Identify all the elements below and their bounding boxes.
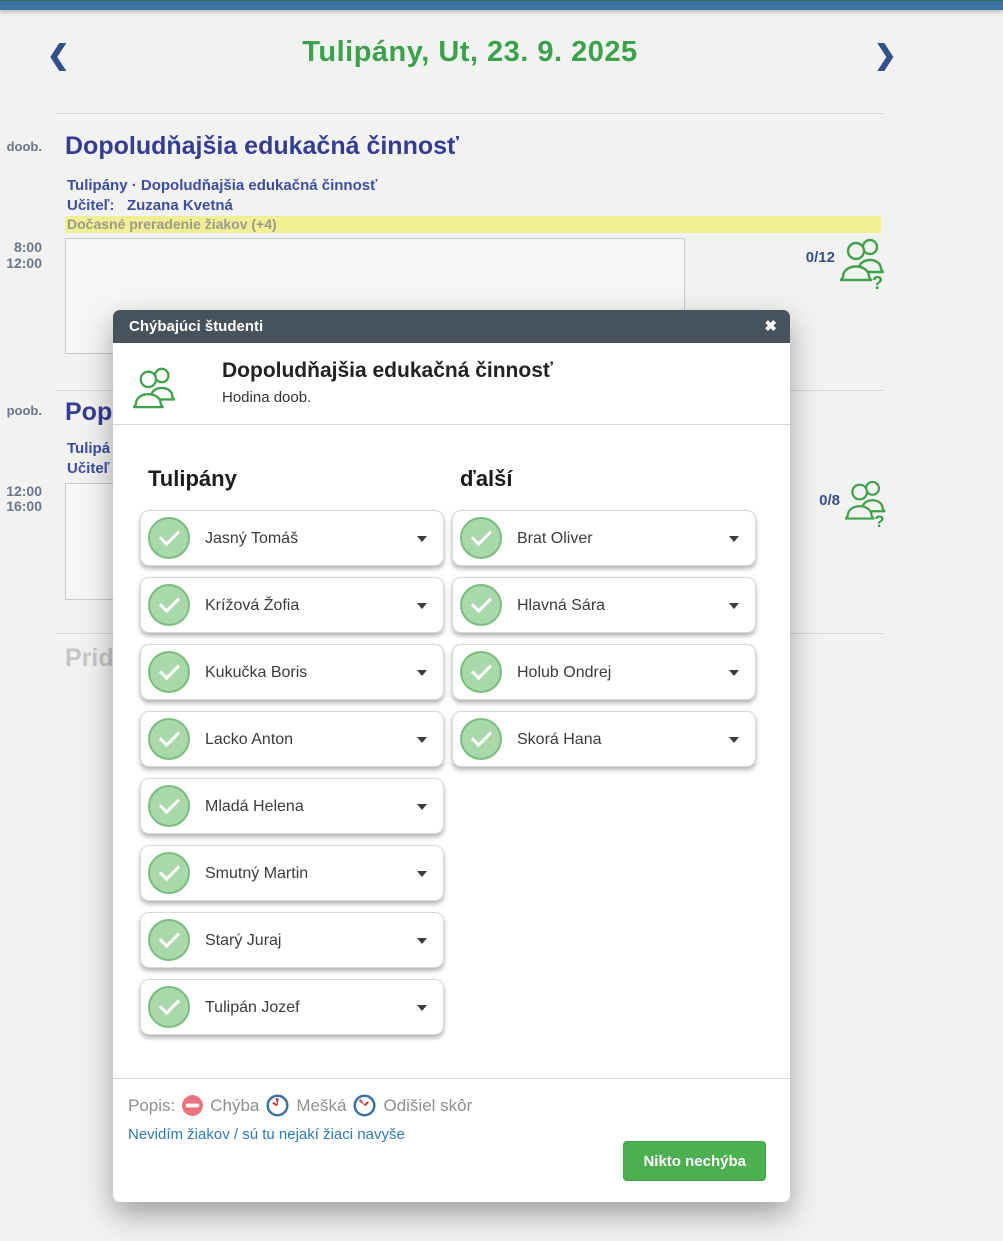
period-label-morning: doob. <box>0 139 42 154</box>
chevron-down-icon[interactable] <box>417 804 427 810</box>
lesson-breadcrumb-afternoon: Tulipá <box>67 440 110 457</box>
close-icon[interactable]: ✖ <box>764 310 777 343</box>
student-row[interactable]: Holub Ondrej <box>452 644 756 700</box>
chevron-down-icon[interactable] <box>729 603 739 609</box>
student-name: Brat Oliver <box>517 511 593 566</box>
student-name: Jasný Tomáš <box>205 511 298 566</box>
temporary-reassignment-notice[interactable]: Dočasné preradenie žiakov (+4) <box>65 216 881 233</box>
student-name: Skorá Hana <box>517 712 602 767</box>
legend-absent-label: Chýba <box>210 1096 259 1116</box>
present-check-icon[interactable] <box>460 651 502 693</box>
divider <box>113 1078 790 1079</box>
absent-icon <box>181 1094 204 1117</box>
group-header-tulipany: Tulipány <box>148 466 237 492</box>
period-label-afternoon: poob. <box>0 403 42 418</box>
student-row[interactable]: Starý Juraj <box>140 912 444 968</box>
teacher-row-morning: Učiteľ: Zuzana Kvetná <box>67 197 233 214</box>
student-row[interactable]: Tulipán Jozef <box>140 979 444 1035</box>
present-check-icon[interactable] <box>460 584 502 626</box>
student-name: Holub Ondrej <box>517 645 611 700</box>
legend-label: Popis: <box>128 1096 175 1116</box>
time-to-afternoon: 16:00 <box>0 498 42 514</box>
present-check-icon[interactable] <box>148 651 190 693</box>
teacher-label: Učiteľ: <box>67 197 114 214</box>
divider <box>113 424 790 425</box>
time-from-morning: 8:00 <box>0 239 42 255</box>
legend-left-early-label: Odišiel skôr <box>383 1096 472 1116</box>
legend: Popis: Chýba Mešká Odišiel skôr <box>128 1093 472 1118</box>
student-name: Kukučka Boris <box>205 645 307 700</box>
time-from-afternoon: 12:00 <box>0 483 42 499</box>
present-check-icon[interactable] <box>148 517 190 559</box>
student-row[interactable]: Smutný Martin <box>140 845 444 901</box>
teacher-name: Zuzana Kvetná <box>127 197 233 214</box>
attendance-people-icon-afternoon[interactable]: ? <box>845 478 889 533</box>
present-check-icon[interactable] <box>148 718 190 760</box>
chevron-down-icon[interactable] <box>417 737 427 743</box>
page-title: Tulipány, Ut, 23. 9. 2025 <box>0 36 940 69</box>
legend-late-label: Mešká <box>296 1096 346 1116</box>
group-header-dalsi: ďalší <box>460 466 513 492</box>
student-name: Starý Juraj <box>205 913 281 968</box>
present-check-icon[interactable] <box>148 986 190 1028</box>
chevron-down-icon[interactable] <box>417 603 427 609</box>
present-check-icon[interactable] <box>148 919 190 961</box>
student-row[interactable]: Lacko Anton <box>140 711 444 767</box>
student-row[interactable]: Krížová Žofia <box>140 577 444 633</box>
present-check-icon[interactable] <box>460 718 502 760</box>
present-check-icon[interactable] <box>148 852 190 894</box>
student-name: Hlavná Sára <box>517 578 605 633</box>
present-check-icon[interactable] <box>148 584 190 626</box>
modal-lesson-subtitle: Hodina doob. <box>222 389 311 406</box>
svg-text:?: ? <box>874 513 884 528</box>
modal-title: Chýbajúci študenti <box>129 310 263 343</box>
teacher-row-afternoon: Učiteľ <box>67 460 109 477</box>
attendance-people-icon-morning[interactable]: ? <box>840 236 888 295</box>
add-lesson-label[interactable]: Prid <box>65 644 114 673</box>
lesson-breadcrumb-morning: Tulipány · Dopoludňajšia edukačná činnos… <box>67 177 377 194</box>
student-name: Smutný Martin <box>205 846 308 901</box>
left-early-clock-icon <box>352 1093 377 1118</box>
chevron-down-icon[interactable] <box>417 536 427 542</box>
chevron-down-icon[interactable] <box>417 670 427 676</box>
student-name: Tulipán Jozef <box>205 980 300 1035</box>
missing-extra-students-link[interactable]: Nevidím žiakov / sú tu nejakí žiaci navy… <box>128 1126 405 1143</box>
chevron-down-icon[interactable] <box>417 938 427 944</box>
student-row[interactable]: Mladá Helena <box>140 778 444 834</box>
chevron-down-icon[interactable] <box>417 1005 427 1011</box>
people-icon <box>133 365 179 414</box>
lesson-title-afternoon[interactable]: Pop <box>65 398 112 427</box>
divider <box>55 113 884 114</box>
next-day-button[interactable]: ❯ <box>874 40 897 70</box>
student-name: Lacko Anton <box>205 712 293 767</box>
student-row[interactable]: Kukučka Boris <box>140 644 444 700</box>
nobody-missing-button[interactable]: Nikto nechýba <box>623 1141 766 1181</box>
help-question-mark: ? <box>872 273 883 290</box>
top-bar <box>0 0 1003 10</box>
present-check-icon[interactable] <box>148 785 190 827</box>
attendance-count-afternoon: 0/8 <box>782 492 840 509</box>
time-to-morning: 12:00 <box>0 255 42 271</box>
student-row[interactable]: Jasný Tomáš <box>140 510 444 566</box>
missing-students-modal: Chýbajúci študenti ✖ Dopoludňajšia eduka… <box>113 310 790 1202</box>
chevron-down-icon[interactable] <box>729 737 739 743</box>
present-check-icon[interactable] <box>460 517 502 559</box>
student-row[interactable]: Brat Oliver <box>452 510 756 566</box>
student-name: Krížová Žofia <box>205 578 299 633</box>
student-row[interactable]: Hlavná Sára <box>452 577 756 633</box>
lesson-title-morning[interactable]: Dopoludňajšia edukačná činnosť <box>65 132 459 161</box>
modal-lesson-title: Dopoludňajšia edukačná činnosť <box>222 359 553 383</box>
chevron-down-icon[interactable] <box>729 670 739 676</box>
chevron-down-icon[interactable] <box>729 536 739 542</box>
student-name: Mladá Helena <box>205 779 304 834</box>
chevron-down-icon[interactable] <box>417 871 427 877</box>
modal-header: Chýbajúci študenti ✖ <box>113 310 790 343</box>
attendance-count-morning: 0/12 <box>770 249 835 266</box>
late-clock-icon <box>265 1093 290 1118</box>
student-row[interactable]: Skorá Hana <box>452 711 756 767</box>
